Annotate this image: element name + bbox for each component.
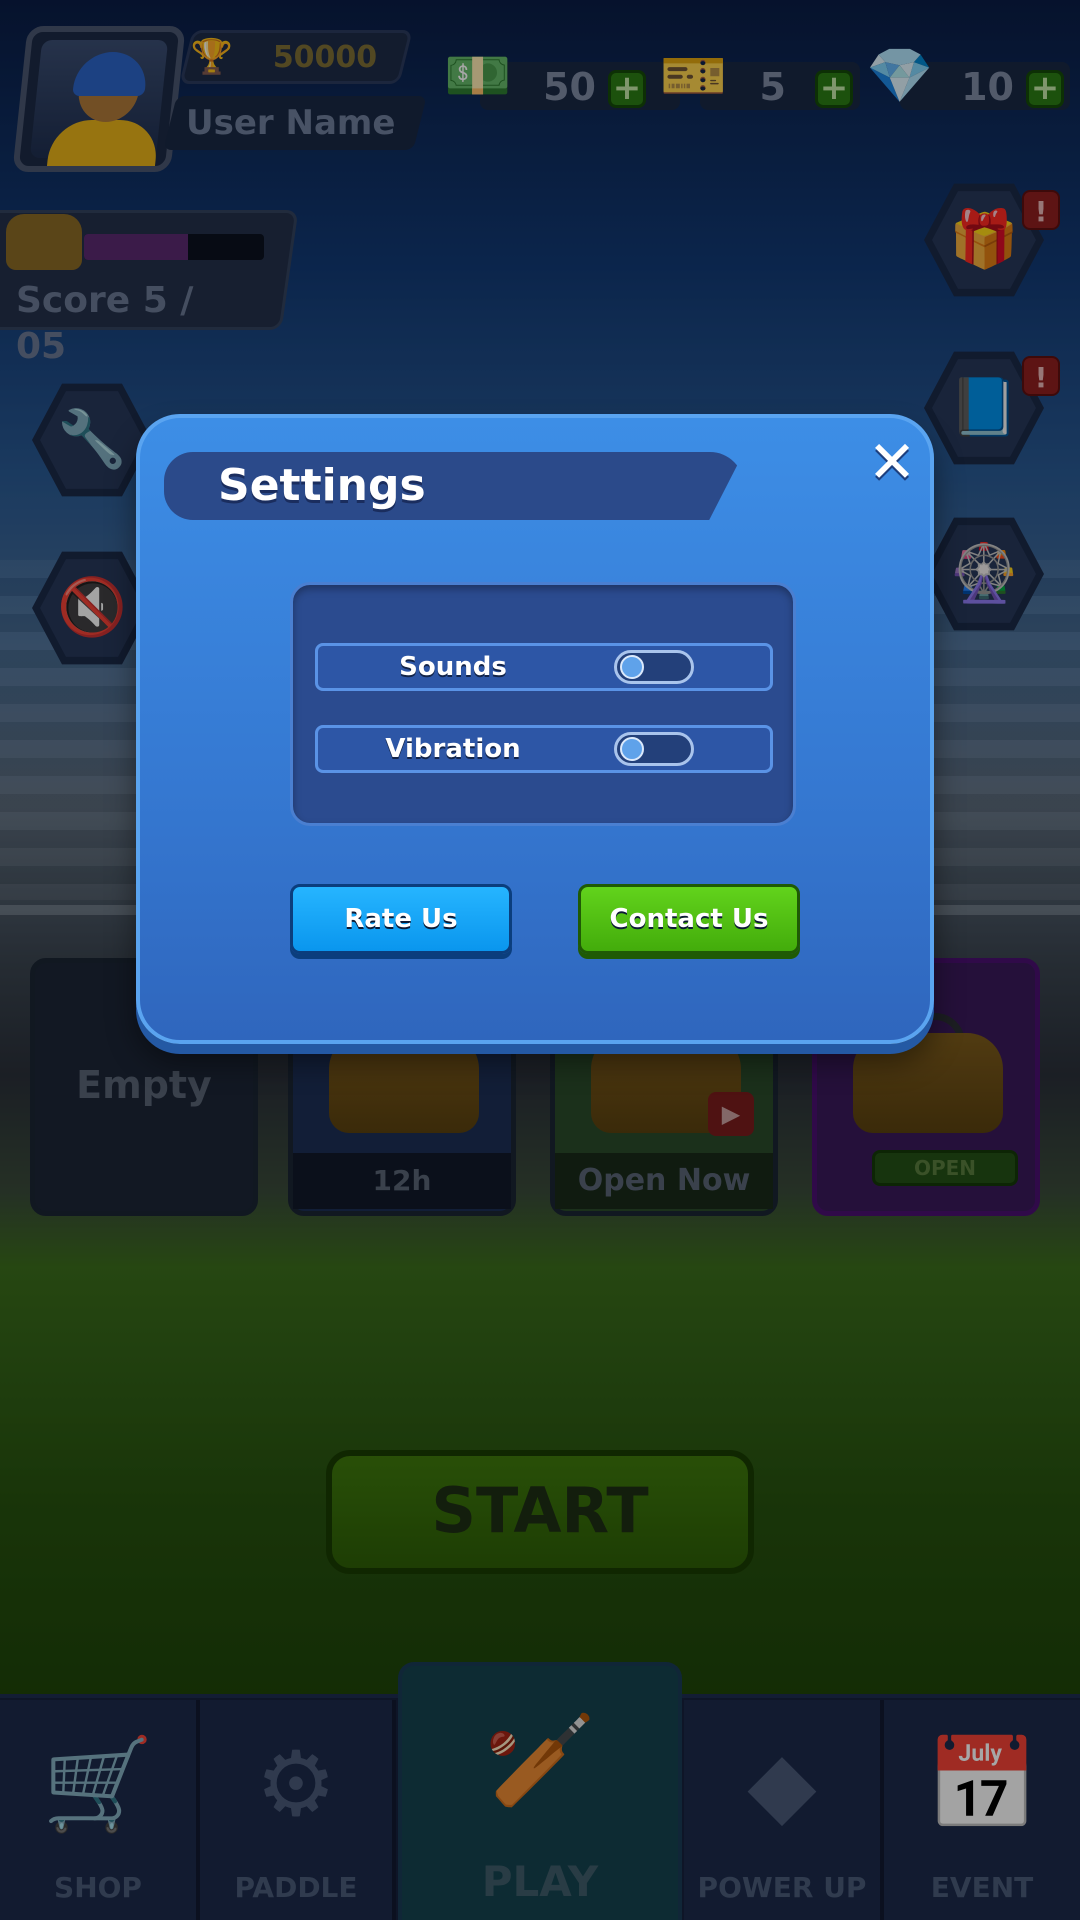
vibration-toggle[interactable] <box>614 732 694 766</box>
vibration-label: Vibration <box>385 734 521 764</box>
sounds-row: Sounds <box>315 643 773 691</box>
vibration-row: Vibration <box>315 725 773 773</box>
toggle-knob <box>620 655 644 679</box>
rate-us-button[interactable]: Rate Us <box>290 884 512 954</box>
sounds-label: Sounds <box>399 652 507 682</box>
close-button[interactable]: ✕ <box>862 432 922 492</box>
dialog-title: Settings <box>218 460 426 511</box>
settings-dialog: Settings ✕ Sounds Vibration Rate Us Cont… <box>136 414 934 1044</box>
toggle-knob <box>620 737 644 761</box>
contact-us-button[interactable]: Contact Us <box>578 884 800 954</box>
options-panel: Sounds Vibration <box>290 582 796 826</box>
sounds-toggle[interactable] <box>614 650 694 684</box>
